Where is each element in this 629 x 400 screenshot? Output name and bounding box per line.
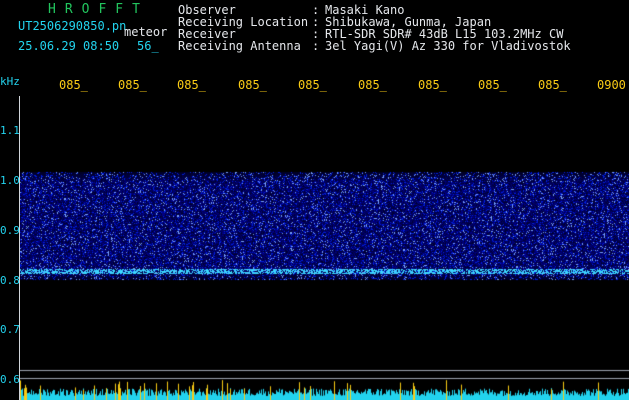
y-tick-label: 0.9 [0, 224, 20, 237]
x-tick-label: 085_ [538, 78, 567, 92]
x-tick-label: 085_ [418, 78, 447, 92]
spectrogram [20, 96, 629, 400]
y-tick-label: 1.1 [0, 124, 20, 137]
y-tick-label: 0.7 [0, 323, 20, 336]
x-tick-label: 085_ [118, 78, 147, 92]
mode-label: meteor [124, 25, 168, 39]
x-tick-label: 0900 [597, 78, 626, 92]
y-axis-unit: kHz [0, 75, 20, 88]
y-tick-label: 0.6 [0, 373, 20, 386]
x-tick-label: 085_ [59, 78, 88, 92]
meteor-count: 56_ [137, 39, 159, 53]
y-tick-label: 0.8 [0, 274, 20, 287]
file-id: UT2506290850.pn [18, 19, 127, 33]
app-brand: HROFFT [48, 2, 149, 17]
x-tick-label: 085_ [177, 78, 206, 92]
hrofft-display: HROFFT UT2506290850.pn meteor 25.06.29 0… [0, 0, 629, 400]
x-tick-label: 085_ [478, 78, 507, 92]
timestamp: 25.06.29 08:50 [18, 39, 120, 53]
x-tick-label: 085_ [298, 78, 327, 92]
x-tick-label: 085_ [238, 78, 267, 92]
y-tick-label: 1.0 [0, 174, 20, 187]
x-tick-label: 085_ [358, 78, 387, 92]
info-separator: : [312, 39, 320, 53]
info-value-antenna: 3el Yagi(V) Az 330 for Vladivostok [325, 39, 571, 53]
info-label-antenna: Receiving Antenna [178, 39, 301, 53]
